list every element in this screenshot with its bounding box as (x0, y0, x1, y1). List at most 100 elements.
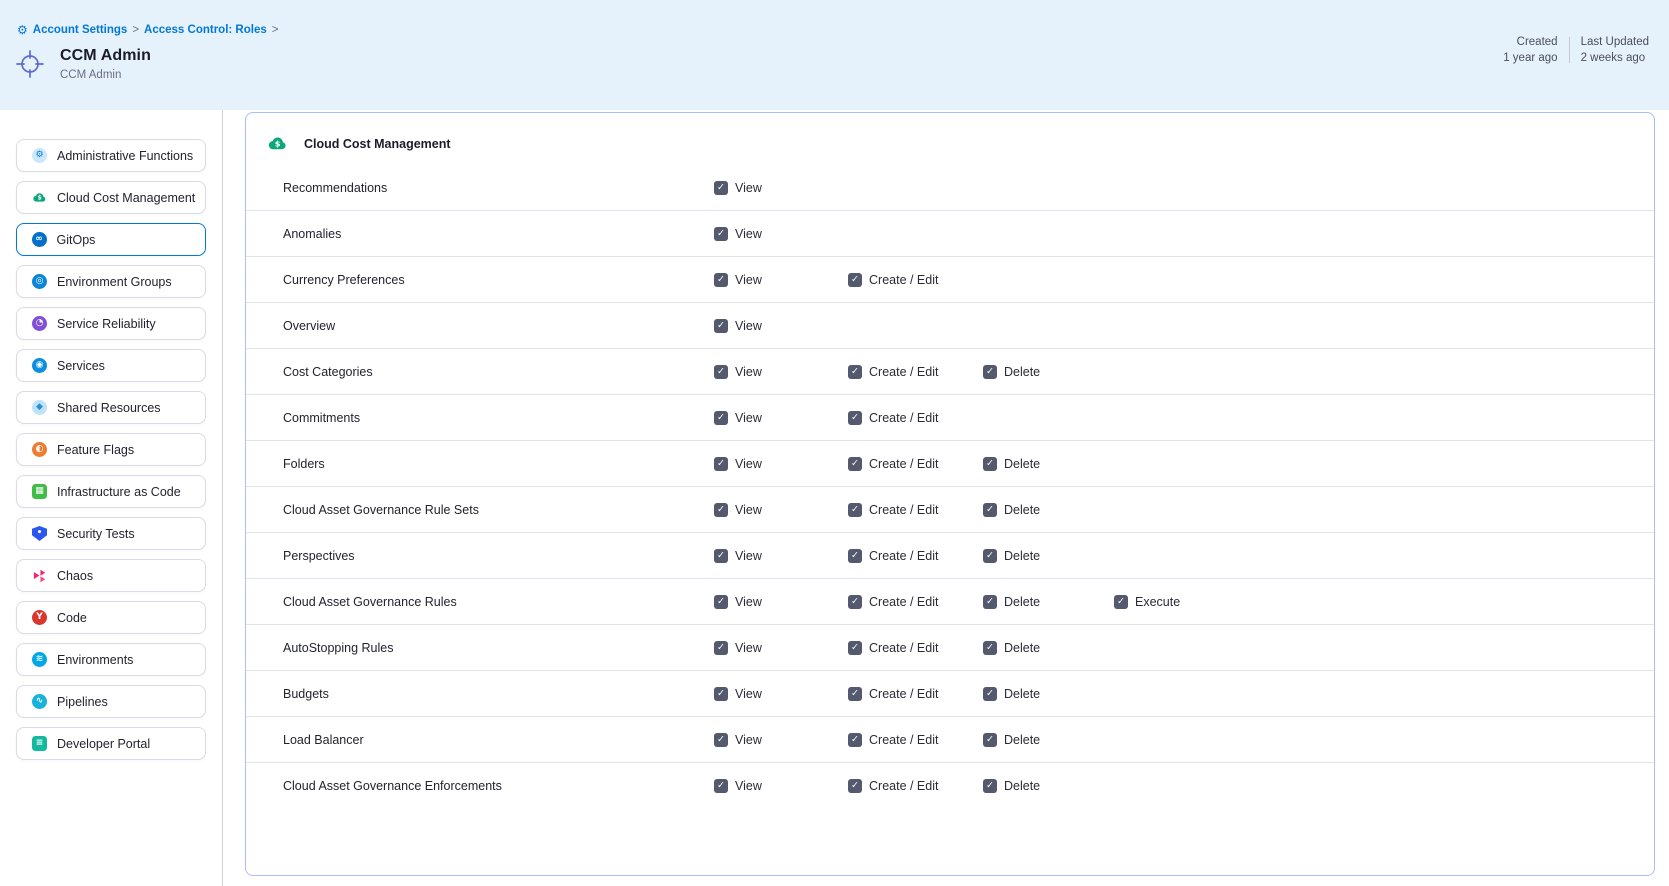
breadcrumb-account-settings[interactable]: Account Settings (33, 24, 128, 36)
sidebar-item-environments[interactable]: ≋Environments (16, 643, 206, 676)
checkbox-create_edit[interactable]: ✓ (848, 595, 862, 609)
checkbox-view[interactable]: ✓ (714, 273, 728, 287)
permission-row: Overview✓View (246, 303, 1654, 349)
checkbox-view[interactable]: ✓ (714, 227, 728, 241)
cloud-dollar-icon: $ (267, 133, 288, 154)
resource-label: Cloud Asset Governance Rule Sets (283, 503, 479, 517)
sidebar-item-developer-portal[interactable]: ≡Developer Portal (16, 727, 206, 760)
permission-view: ✓View (714, 257, 762, 302)
checkbox-create_edit[interactable]: ✓ (848, 457, 862, 471)
checkbox-create_edit[interactable]: ✓ (848, 365, 862, 379)
checkbox-delete[interactable]: ✓ (983, 457, 997, 471)
shared-resources-icon: ◆ (32, 400, 47, 415)
checkbox-view[interactable]: ✓ (714, 595, 728, 609)
developer-portal-icon: ≡ (32, 736, 47, 751)
permission-view: ✓ View (714, 763, 762, 809)
sidebar-item-service-reliability[interactable]: ◔Service Reliability (16, 307, 206, 340)
permission-create_edit: ✓ Create / Edit (848, 257, 938, 302)
permission-view: ✓ View (714, 441, 762, 486)
sidebar-item-cloud-cost-management[interactable]: $ Cloud Cost Management (16, 181, 206, 214)
breadcrumb-separator: > (272, 24, 279, 36)
permission-view: ✓View (714, 211, 762, 256)
permission-delete: ✓ Delete (983, 441, 1040, 486)
resource-label: Currency Preferences (283, 273, 405, 287)
checkbox-delete[interactable]: ✓ (983, 641, 997, 655)
checkbox-view[interactable]: ✓ (714, 411, 728, 425)
breadcrumb-access-control-roles[interactable]: Access Control: Roles (144, 24, 267, 36)
checkbox-view[interactable]: ✓ (714, 733, 728, 747)
permission-label: Delete (1004, 503, 1040, 517)
sidebar-item-pipelines[interactable]: ∿Pipelines (16, 685, 206, 718)
pipelines-icon: ∿ (32, 694, 47, 709)
sidebar-item-gitops[interactable]: ∞GitOps (16, 223, 206, 256)
permission-label: Delete (1004, 549, 1040, 563)
sidebar-item-administrative-functions[interactable]: ⚙Administrative Functions (16, 139, 206, 172)
permission-label: Create / Edit (869, 273, 938, 287)
checkbox-view[interactable]: ✓ (714, 457, 728, 471)
checkbox-delete[interactable]: ✓ (983, 549, 997, 563)
permission-view: ✓View (714, 165, 762, 210)
permission-row: Perspectives✓View✓Create / Edit✓Delete (246, 533, 1654, 579)
sidebar-item-environment-groups[interactable]: ◎Environment Groups (16, 265, 206, 298)
sidebar-item-code[interactable]: YCode (16, 601, 206, 634)
checkbox-create_edit[interactable]: ✓ (848, 733, 862, 747)
sidebar-item-label: Environment Groups (57, 275, 172, 289)
breadcrumb: ⚙ Account Settings > Access Control: Rol… (17, 24, 278, 36)
permission-label: View (735, 457, 762, 471)
permission-label: Create / Edit (869, 549, 938, 563)
checkbox-delete[interactable]: ✓ (983, 687, 997, 701)
sidebar-item-feature-flags[interactable]: ◐Feature Flags (16, 433, 206, 466)
feature-flags-icon: ◐ (32, 442, 47, 457)
checkbox-create_edit[interactable]: ✓ (848, 687, 862, 701)
permission-row: Commitments✓View✓Create / Edit (246, 395, 1654, 441)
sidebar-item-infrastructure-as-code[interactable]: ▦ Infrastructure as Code (16, 475, 206, 508)
sidebar-item-security-tests[interactable]: •Security Tests (16, 517, 206, 550)
checkbox-delete[interactable]: ✓ (983, 365, 997, 379)
checkbox-execute[interactable]: ✓ (1114, 595, 1128, 609)
checkbox-delete[interactable]: ✓ (983, 733, 997, 747)
sidebar-item-shared-resources[interactable]: ◆Shared Resources (16, 391, 206, 424)
checkbox-view[interactable]: ✓ (714, 365, 728, 379)
permission-label: Delete (1004, 595, 1040, 609)
checkbox-create_edit[interactable]: ✓ (848, 641, 862, 655)
permission-label: Create / Edit (869, 411, 938, 425)
checkbox-view[interactable]: ✓ (714, 549, 728, 563)
checkbox-view[interactable]: ✓ (714, 181, 728, 195)
sidebar-item-label: Service Reliability (57, 317, 156, 331)
permission-row: Cost Categories✓View✓Create / Edit✓Delet… (246, 349, 1654, 395)
resource-label: Cloud Asset Governance Enforcements (283, 779, 502, 793)
services-icon: ◉ (32, 358, 47, 373)
last-updated-label: Last Updated (1581, 36, 1649, 48)
checkbox-delete[interactable]: ✓ (983, 595, 997, 609)
cloud-cost-management-icon: $ (32, 190, 47, 205)
permission-label: Create / Edit (869, 457, 938, 471)
checkbox-view[interactable]: ✓ (714, 779, 728, 793)
permission-label: View (735, 641, 762, 655)
checkbox-view[interactable]: ✓ (714, 641, 728, 655)
permission-create_edit: ✓Create / Edit (848, 717, 938, 762)
sidebar-item-label: Infrastructure as Code (57, 485, 181, 499)
checkbox-create_edit[interactable]: ✓ (848, 411, 862, 425)
permission-label: Create / Edit (869, 641, 938, 655)
resource-label: Budgets (283, 687, 329, 701)
permission-row: Anomalies✓View (246, 211, 1654, 257)
checkbox-create_edit[interactable]: ✓ (848, 549, 862, 563)
checkbox-create_edit[interactable]: ✓ (848, 503, 862, 517)
permission-label: View (735, 779, 762, 793)
permission-label: Delete (1004, 457, 1040, 471)
checkbox-create_edit[interactable]: ✓ (848, 779, 862, 793)
checkbox-create_edit[interactable]: ✓ (848, 273, 862, 287)
checkbox-view[interactable]: ✓ (714, 503, 728, 517)
sidebar-item-label: GitOps (57, 233, 96, 247)
sidebar-item-label: Cloud Cost Management (57, 191, 195, 205)
permission-label: Create / Edit (869, 595, 938, 609)
sidebar-item-chaos[interactable]: Chaos (16, 559, 206, 592)
checkbox-view[interactable]: ✓ (714, 687, 728, 701)
checkbox-delete[interactable]: ✓ (983, 779, 997, 793)
checkbox-delete[interactable]: ✓ (983, 503, 997, 517)
security-tests-shield-icon: • (32, 526, 47, 541)
permission-label: Delete (1004, 641, 1040, 655)
infrastructure-as-code-icon: ▦ (32, 484, 47, 499)
checkbox-view[interactable]: ✓ (714, 319, 728, 333)
sidebar-item-services[interactable]: ◉Services (16, 349, 206, 382)
